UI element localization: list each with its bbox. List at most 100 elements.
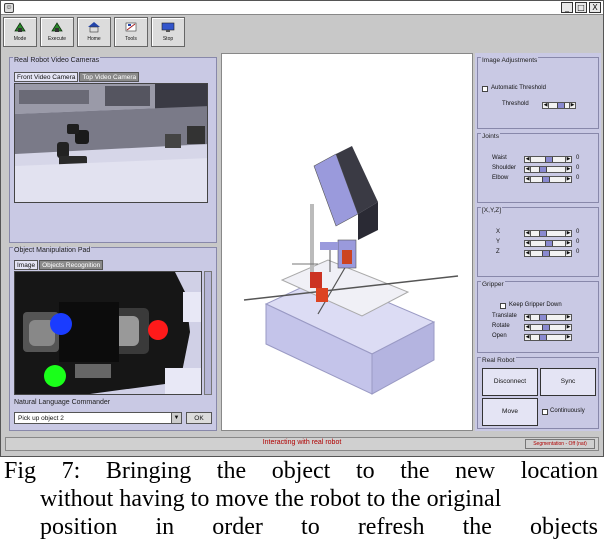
home-button[interactable]: Home xyxy=(77,17,111,47)
cameras-panel: Real Robot Video Cameras Front Video Cam… xyxy=(9,57,217,243)
stop-button-label: Stop xyxy=(162,36,174,42)
xyz-value-1: 0 xyxy=(576,239,580,245)
joints-value-1: 0 xyxy=(576,165,580,171)
joints-section: Joints Waist ◀ ▶ 0 Shoulder ◀ ▶ 0 Elbow ◀ ▶ 0 xyxy=(477,133,599,203)
robot-3d-view[interactable] xyxy=(221,53,473,431)
close-button[interactable]: X xyxy=(589,2,601,13)
tools-button[interactable]: Tools xyxy=(114,17,148,47)
green-object-marker[interactable] xyxy=(44,365,66,387)
chevron-down-icon[interactable]: ▼ xyxy=(171,413,181,423)
command-value: Pick up object 2 xyxy=(18,415,64,422)
execute-button-label: Execute xyxy=(47,36,67,42)
xyz-slider-0[interactable]: ◀ ▶ xyxy=(524,230,572,237)
automatic-threshold-checkbox[interactable] xyxy=(482,86,488,92)
xyz-value-0: 0 xyxy=(576,229,580,235)
joints-value-2: 0 xyxy=(576,175,580,181)
maximize-button[interactable]: □ xyxy=(575,2,587,13)
xyz-title: [X,Y,Z] xyxy=(481,207,503,214)
manipulation-panel-title: Object Manipulation Pad xyxy=(13,247,92,254)
gripper-slider-thumb-1[interactable] xyxy=(542,325,551,330)
slider-left-arrow-icon[interactable]: ◀ xyxy=(525,230,531,236)
sync-button[interactable]: Sync xyxy=(540,368,596,396)
slider-right-arrow-icon[interactable]: ▶ xyxy=(565,156,571,162)
gripper-slider-1[interactable]: ◀ ▶ xyxy=(524,324,572,331)
slider-left-arrow-icon[interactable]: ◀ xyxy=(525,334,531,340)
xyz-slider-thumb-1[interactable] xyxy=(545,241,553,246)
keep-gripper-down-checkbox[interactable] xyxy=(500,303,506,309)
stop-button[interactable]: Stop xyxy=(151,17,185,47)
move-button[interactable]: Move xyxy=(482,398,538,426)
tab-top-video-camera[interactable]: Top Video Camera xyxy=(79,72,140,82)
command-combobox[interactable]: Pick up object 2 ▼ xyxy=(14,412,182,424)
slider-left-arrow-icon[interactable]: ◀ xyxy=(525,166,531,172)
joints-slider-0[interactable]: ◀ ▶ xyxy=(524,156,572,163)
joints-label-2: Elbow xyxy=(492,175,509,181)
xyz-slider-2[interactable]: ◀ ▶ xyxy=(524,250,572,257)
gripper-label-1: Rotate xyxy=(492,323,510,329)
slider-left-arrow-icon[interactable]: ◀ xyxy=(525,324,531,330)
slider-right-arrow-icon[interactable]: ▶ xyxy=(565,250,571,256)
automatic-threshold-label: Automatic Threshold xyxy=(491,85,546,91)
continuously-checkbox[interactable] xyxy=(542,409,548,415)
gripper-slider-thumb-2[interactable] xyxy=(539,335,548,340)
slider-right-arrow-icon[interactable]: ▶ xyxy=(565,166,571,172)
cameras-panel-title: Real Robot Video Cameras xyxy=(13,57,101,64)
manipulation-tabs: Image Objects Recognition xyxy=(14,260,104,270)
threshold-slider-thumb[interactable] xyxy=(557,103,565,108)
gripper-title: Gripper xyxy=(481,281,505,288)
slider-left-arrow-icon[interactable]: ◀ xyxy=(543,102,549,108)
joints-slider-thumb-1[interactable] xyxy=(539,167,548,172)
manipulation-scrollbar[interactable] xyxy=(204,271,212,395)
xyz-slider-thumb-2[interactable] xyxy=(542,251,551,256)
command-ok-button[interactable]: OK xyxy=(186,412,212,424)
app-icon[interactable]: ☺ xyxy=(4,3,14,13)
left-panel: Real Robot Video Cameras Front Video Cam… xyxy=(9,53,217,431)
xyz-slider-thumb-0[interactable] xyxy=(539,231,548,236)
joints-slider-1[interactable]: ◀ ▶ xyxy=(524,166,572,173)
image-adjustments-title: Image Adjustments xyxy=(481,57,539,64)
slider-right-arrow-icon[interactable]: ▶ xyxy=(565,240,571,246)
slider-right-arrow-icon[interactable]: ▶ xyxy=(565,324,571,330)
joints-title: Joints xyxy=(481,133,500,140)
continuously-label: Continuously xyxy=(550,408,585,414)
tab-image[interactable]: Image xyxy=(14,260,39,270)
red-object-marker[interactable] xyxy=(148,320,168,340)
slider-right-arrow-icon[interactable]: ▶ xyxy=(565,334,571,340)
blue-object-marker[interactable] xyxy=(50,313,72,335)
xyz-section: [X,Y,Z] X ◀ ▶ 0 Y ◀ ▶ 0 Z ◀ ▶ 0 xyxy=(477,207,599,277)
gripper-label-0: Translate xyxy=(492,313,517,319)
slider-right-arrow-icon[interactable]: ▶ xyxy=(565,230,571,236)
gripper-slider-2[interactable]: ◀ ▶ xyxy=(524,334,572,341)
execute-button[interactable]: Execute xyxy=(40,17,74,47)
slider-right-arrow-icon[interactable]: ▶ xyxy=(565,314,571,320)
joints-label-0: Waist xyxy=(492,155,507,161)
minimize-button[interactable]: _ xyxy=(561,2,573,13)
slider-left-arrow-icon[interactable]: ◀ xyxy=(525,250,531,256)
threshold-label: Threshold xyxy=(502,101,529,107)
joints-slider-2[interactable]: ◀ ▶ xyxy=(524,176,572,183)
xyz-label-0: X xyxy=(496,229,501,235)
joints-slider-thumb-2[interactable] xyxy=(542,177,551,182)
tab-front-video-camera[interactable]: Front Video Camera xyxy=(14,72,79,82)
joints-slider-thumb-0[interactable] xyxy=(545,157,553,162)
xyz-slider-1[interactable]: ◀ ▶ xyxy=(524,240,572,247)
slider-left-arrow-icon[interactable]: ◀ xyxy=(525,176,531,182)
manipulation-image[interactable] xyxy=(14,271,202,395)
tab-objects-recognition[interactable]: Objects Recognition xyxy=(39,260,104,270)
real-robot-title: Real Robot xyxy=(481,357,516,364)
gripper-slider-0[interactable]: ◀ ▶ xyxy=(524,314,572,321)
real-robot-section: Real Robot Disconnect Sync Move Continuo… xyxy=(477,357,599,429)
caption-line-1: Fig 7: Bringing the object to the new lo… xyxy=(4,458,598,484)
mode-button[interactable]: Mode xyxy=(3,17,37,47)
gripper-slider-thumb-0[interactable] xyxy=(539,315,548,320)
threshold-slider[interactable]: ◀ ▶ xyxy=(542,102,576,109)
monitor-icon xyxy=(161,22,175,32)
slider-left-arrow-icon[interactable]: ◀ xyxy=(525,314,531,320)
image-adjustments-section: Image Adjustments Automatic Threshold Th… xyxy=(477,57,599,129)
disconnect-button[interactable]: Disconnect xyxy=(482,368,538,396)
slider-right-arrow-icon[interactable]: ▶ xyxy=(565,176,571,182)
front-camera-feed xyxy=(14,83,208,203)
slider-right-arrow-icon[interactable]: ▶ xyxy=(569,102,575,108)
slider-left-arrow-icon[interactable]: ◀ xyxy=(525,240,531,246)
slider-left-arrow-icon[interactable]: ◀ xyxy=(525,156,531,162)
